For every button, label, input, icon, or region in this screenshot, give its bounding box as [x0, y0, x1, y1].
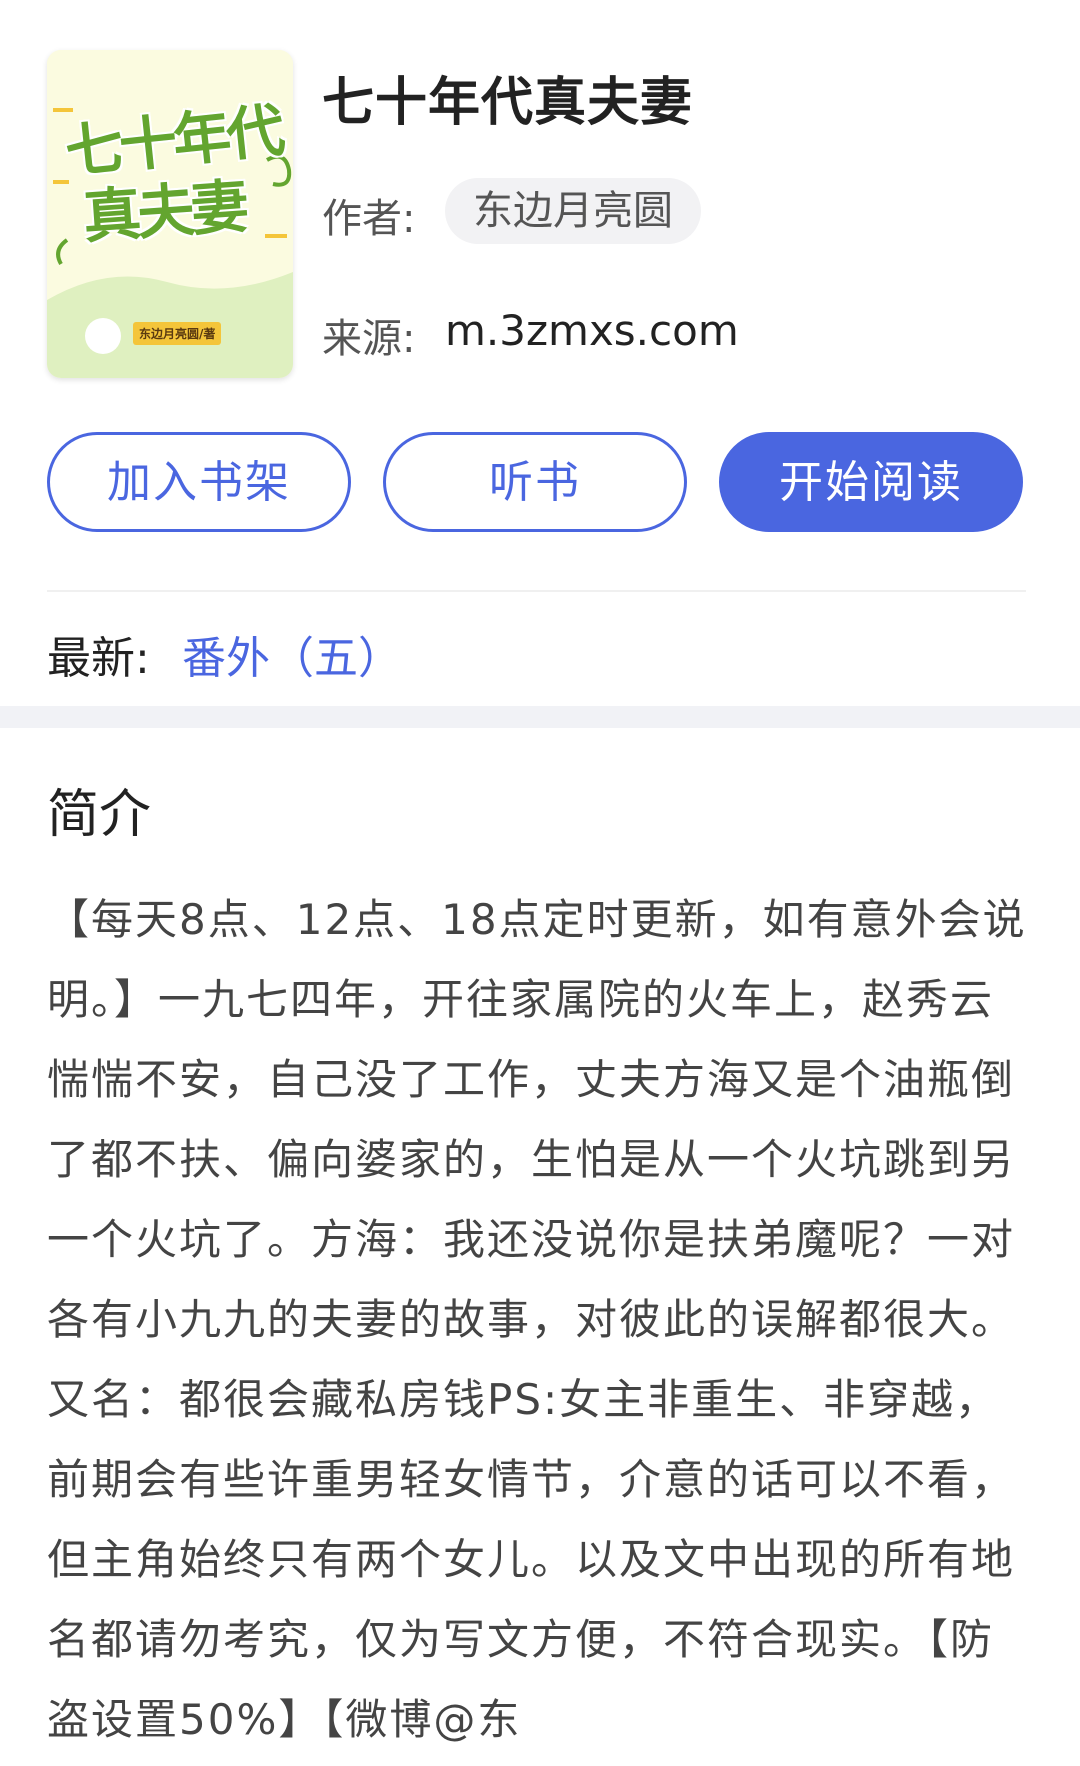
- cover-title-line2: 真夫妻: [80, 172, 248, 252]
- author-chip[interactable]: 东边月亮圆: [445, 178, 701, 244]
- cover-title: 七十年代 真夫妻: [62, 96, 285, 251]
- book-cover[interactable]: 七十年代 真夫妻 东边月亮圆/著: [47, 50, 293, 378]
- add-to-shelf-button[interactable]: 加入书架: [47, 432, 351, 532]
- listen-button[interactable]: 听书: [383, 432, 687, 532]
- latest-chapter-link[interactable]: 番外（五）: [182, 622, 402, 686]
- section-separator: [0, 706, 1080, 728]
- source-label: 来源:: [322, 316, 416, 362]
- latest-label: 最新:: [47, 633, 150, 684]
- source-value: m.3zmxs.com: [445, 306, 739, 355]
- author-label: 作者:: [322, 196, 416, 242]
- cover-author-stamp: 东边月亮圆/著: [133, 322, 222, 345]
- start-reading-button[interactable]: 开始阅读: [719, 432, 1023, 532]
- intro-text: 【每天8点、12点、18点定时更新，如有意外会说明。】一九七四年，开往家属院的火…: [47, 895, 1027, 1744]
- intro-heading: 简介: [47, 785, 152, 845]
- divider: [47, 590, 1026, 592]
- book-title: 七十年代真夫妻: [322, 73, 694, 133]
